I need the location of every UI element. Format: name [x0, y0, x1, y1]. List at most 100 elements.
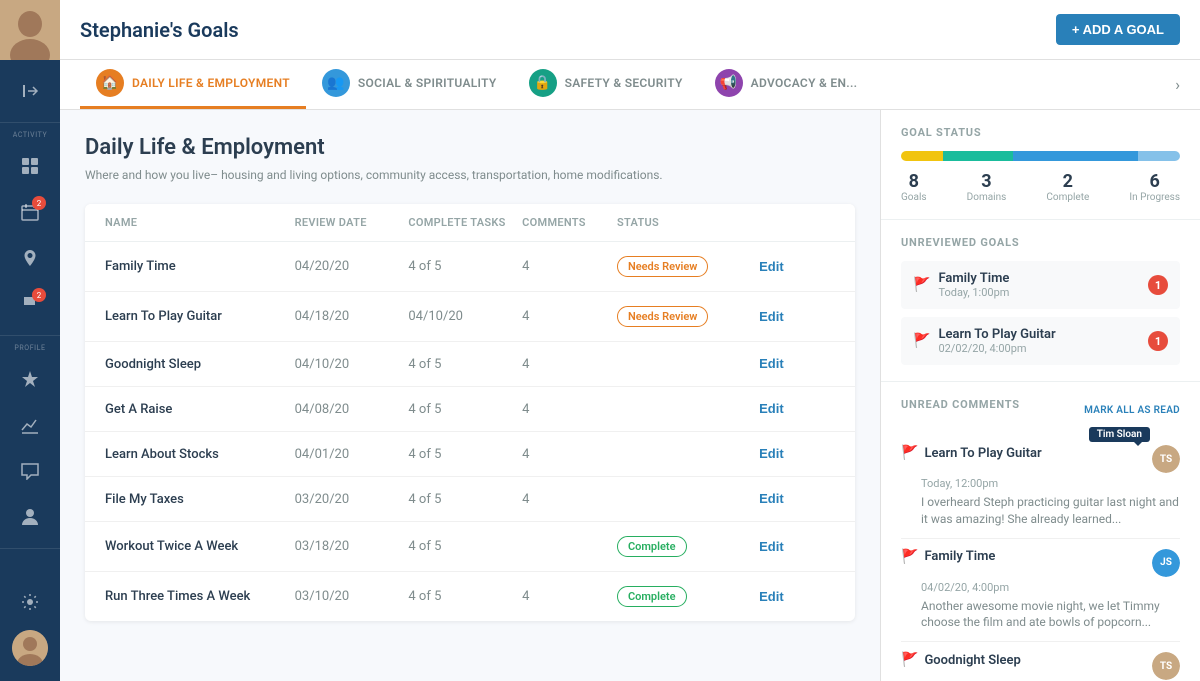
location-icon[interactable]: [10, 238, 50, 278]
comment-left: 🚩 Goodnight Sleep: [901, 652, 1021, 668]
cell-comments: 4: [522, 357, 617, 372]
tab-advocacy[interactable]: 📢 ADVOCACY & EN...: [699, 60, 874, 109]
col-complete-tasks: Complete Tasks: [408, 216, 522, 229]
edit-button[interactable]: Edit: [759, 491, 784, 506]
cell-comments: 4: [522, 492, 617, 507]
table-row: Goodnight Sleep 04/10/20 4 of 5 4 Edit: [85, 342, 855, 387]
tab-safety[interactable]: 🔒 SAFETY & SECURITY: [513, 60, 699, 109]
calendar-icon[interactable]: 2: [10, 192, 50, 232]
mark-all-read-button[interactable]: MARK ALL AS READ: [1084, 405, 1180, 416]
table-row: Learn About Stocks 04/01/20 4 of 5 4 Edi…: [85, 432, 855, 477]
avatar-circle: TS: [1152, 652, 1180, 680]
table-row: Run Three Times A Week 03/10/20 4 of 5 4…: [85, 572, 855, 621]
comment-header: 🚩 Learn To Play Guitar TS: [901, 445, 1180, 473]
goal-stats: 8 Goals 3 Domains 2 Complete 6 In Progre…: [901, 171, 1180, 203]
goal-stat: 8 Goals: [901, 171, 927, 203]
unreviewed-item[interactable]: 🚩 Family Time Today, 1:00pm 1: [901, 261, 1180, 309]
cell-complete-tasks: 4 of 5: [408, 402, 522, 417]
cell-status: Needs Review: [617, 306, 759, 327]
cell-comments: 4: [522, 309, 617, 324]
comment-text: Another awesome movie night, we let Timm…: [901, 598, 1180, 632]
edit-button[interactable]: Edit: [759, 589, 784, 604]
left-panel: Daily Life & Employment Where and how yo…: [60, 110, 880, 681]
right-panel: GOAL STATUS 8 Goals 3 Domains 2 Complete…: [880, 110, 1200, 681]
header: Stephanie's Goals + ADD A GOAL: [60, 0, 1200, 60]
cell-complete-tasks: 4 of 5: [408, 357, 522, 372]
flag-icon: 🚩: [913, 277, 930, 293]
goal-stat: 3 Domains: [967, 171, 1007, 203]
tab-daily-life[interactable]: 🏠 DAILY LIFE & EMPLOYMENT: [80, 60, 306, 109]
tab-label-safety: SAFETY & SECURITY: [565, 76, 683, 90]
flag-icon[interactable]: 2: [10, 284, 50, 324]
cell-comments: 4: [522, 589, 617, 604]
cell-review-date: 03/20/20: [295, 492, 409, 507]
profile-group: PROFILE: [0, 336, 60, 549]
tabs-bar: 🏠 DAILY LIFE & EMPLOYMENT 👥 SOCIAL & SPI…: [60, 60, 1200, 110]
goal-stat-label: Complete: [1046, 192, 1089, 203]
status-badge: Needs Review: [617, 256, 708, 277]
chart-icon[interactable]: [10, 405, 50, 445]
user-avatar-top[interactable]: [0, 0, 60, 60]
tabs-chevron-right[interactable]: ›: [1175, 75, 1180, 94]
cell-review-date: 03/10/20: [295, 589, 409, 604]
comment-avatar: TS: [1152, 445, 1180, 473]
cell-comments: 4: [522, 447, 617, 462]
unreviewed-goals-section: UNREVIEWED GOALS 🚩 Family Time Today, 1:…: [881, 220, 1200, 382]
unreviewed-name: Learn To Play Guitar: [938, 327, 1055, 342]
progress-teal: [943, 151, 1013, 161]
exit-icon[interactable]: [10, 71, 50, 111]
section-description: Where and how you live– housing and livi…: [85, 166, 855, 184]
edit-button[interactable]: Edit: [759, 356, 784, 371]
cell-name: Family Time: [105, 259, 295, 274]
unread-comments-header: UNREAD COMMENTS MARK ALL AS READ: [901, 398, 1180, 423]
cell-complete-tasks: 4 of 5: [408, 539, 522, 554]
unreviewed-list: 🚩 Family Time Today, 1:00pm 1 🚩 Learn To…: [901, 261, 1180, 365]
profile-label: PROFILE: [14, 344, 45, 352]
edit-button[interactable]: Edit: [759, 309, 784, 324]
edit-button[interactable]: Edit: [759, 446, 784, 461]
gear-icon[interactable]: [10, 582, 50, 622]
tab-icon-safety: 🔒: [529, 69, 557, 97]
edit-button[interactable]: Edit: [759, 259, 784, 274]
add-goal-button[interactable]: + ADD A GOAL: [1056, 14, 1180, 45]
unreviewed-alert: 1: [1148, 331, 1168, 351]
cell-complete-tasks: 4 of 5: [408, 589, 522, 604]
tab-social[interactable]: 👥 SOCIAL & SPIRITUALITY: [306, 60, 513, 109]
person-icon[interactable]: [10, 497, 50, 537]
user-avatar-bottom[interactable]: [12, 630, 48, 666]
activity-group: ACTIVITY 2: [0, 123, 60, 336]
comment-flag-icon: 🚩: [901, 652, 918, 668]
col-name: Name: [105, 216, 295, 229]
dashboard-icon[interactable]: [10, 146, 50, 186]
table-row: Learn To Play Guitar 04/18/20 04/10/20 4…: [85, 292, 855, 342]
unreviewed-left: 🚩 Learn To Play Guitar 02/02/20, 4:00pm: [913, 327, 1056, 355]
chat-icon[interactable]: [10, 451, 50, 491]
star-icon[interactable]: [10, 359, 50, 399]
goal-stat-label: In Progress: [1129, 192, 1180, 203]
goal-stat: 2 Complete: [1046, 171, 1089, 203]
edit-button[interactable]: Edit: [759, 539, 784, 554]
comment-item[interactable]: 🚩 Family Time JS 04/02/20, 4:00pm Anothe…: [901, 539, 1180, 643]
goal-stat-number: 8: [909, 171, 919, 192]
table-header: Name Review Date Complete Tasks Comments…: [85, 204, 855, 242]
status-badge: Complete: [617, 586, 687, 607]
cell-review-date: 04/01/20: [295, 447, 409, 462]
comment-item[interactable]: Tim Sloan 🚩 Learn To Play Guitar TS Toda…: [901, 435, 1180, 539]
comments-list: Tim Sloan 🚩 Learn To Play Guitar TS Toda…: [901, 435, 1180, 681]
progress-light-blue: [1138, 151, 1180, 161]
nav-exit-group: [0, 60, 60, 123]
unreviewed-item[interactable]: 🚩 Learn To Play Guitar 02/02/20, 4:00pm …: [901, 317, 1180, 365]
sidebar-bottom: [10, 579, 50, 681]
cell-complete-tasks: 4 of 5: [408, 259, 522, 274]
cell-complete-tasks: 04/10/20: [408, 309, 522, 324]
status-badge: Needs Review: [617, 306, 708, 327]
unreviewed-date: 02/02/20, 4:00pm: [938, 342, 1055, 355]
edit-button[interactable]: Edit: [759, 401, 784, 416]
goal-stat-number: 6: [1150, 171, 1160, 192]
comment-item[interactable]: 🚩 Goodnight Sleep TS 04/02/20, 4:00pm La…: [901, 642, 1180, 681]
unreviewed-alert: 1: [1148, 275, 1168, 295]
goal-status-section: GOAL STATUS 8 Goals 3 Domains 2 Complete…: [881, 110, 1200, 220]
comment-date: 04/02/20, 4:00pm: [901, 581, 1180, 594]
cell-review-date: 04/10/20: [295, 357, 409, 372]
cell-review-date: 03/18/20: [295, 539, 409, 554]
